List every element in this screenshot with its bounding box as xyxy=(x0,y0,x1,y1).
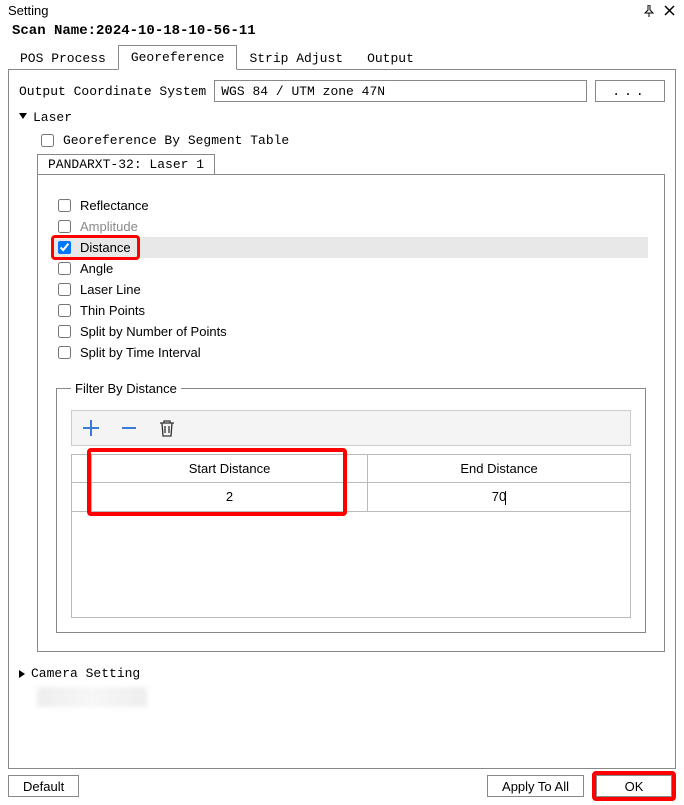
distance-table: Start Distance End Distance 2 70 xyxy=(71,454,631,512)
close-icon[interactable] xyxy=(662,4,676,18)
camera-section-toggle[interactable]: Camera Setting xyxy=(19,666,665,681)
option-reflectance[interactable]: Reflectance xyxy=(54,195,648,216)
trash-icon[interactable] xyxy=(156,417,178,439)
coord-label: Output Coordinate System xyxy=(19,84,206,99)
pin-icon[interactable] xyxy=(642,4,656,18)
window-title: Setting xyxy=(8,3,48,18)
filter-toolbar xyxy=(71,410,631,446)
reflectance-checkbox[interactable] xyxy=(58,199,71,212)
option-split-by-time[interactable]: Split by Time Interval xyxy=(54,342,648,363)
laser-subpanel: Reflectance Amplitude Distance Angle Las… xyxy=(37,174,665,652)
end-distance-header: End Distance xyxy=(368,455,631,483)
row-number-header xyxy=(72,455,92,483)
tab-pos-process[interactable]: POS Process xyxy=(8,47,118,70)
chevron-right-icon xyxy=(19,670,25,678)
option-split-by-number[interactable]: Split by Number of Points xyxy=(54,321,648,342)
splitnum-checkbox[interactable] xyxy=(58,325,71,338)
distance-label: Distance xyxy=(80,240,131,255)
camera-section-label: Camera Setting xyxy=(31,666,140,681)
laser-section-label: Laser xyxy=(33,110,72,125)
start-distance-cell[interactable]: 2 xyxy=(92,483,368,512)
angle-label: Angle xyxy=(80,261,113,276)
end-distance-cell[interactable]: 70 xyxy=(368,483,631,512)
chevron-down-icon xyxy=(19,113,27,123)
main-tabs: POS Process Georeference Strip Adjust Ou… xyxy=(8,45,676,70)
options-list: Reflectance Amplitude Distance Angle Las… xyxy=(54,195,648,363)
scan-name-label: Scan Name: xyxy=(12,23,96,39)
highlight-ok: OK xyxy=(592,771,676,801)
footer: Default Apply To All OK xyxy=(0,771,684,801)
add-icon[interactable] xyxy=(80,417,102,439)
option-thin-points[interactable]: Thin Points xyxy=(54,300,648,321)
thinpoints-checkbox[interactable] xyxy=(58,304,71,317)
tab-georeference[interactable]: Georeference xyxy=(118,45,238,70)
distance-row[interactable]: 2 70 xyxy=(72,483,631,512)
option-angle[interactable]: Angle xyxy=(54,258,648,279)
georeference-by-segment-label: Georeference By Segment Table xyxy=(63,133,289,148)
laser-section-toggle[interactable]: Laser xyxy=(19,110,665,125)
option-amplitude[interactable]: Amplitude xyxy=(54,216,648,237)
redacted-area xyxy=(37,687,147,707)
tab-strip-adjust[interactable]: Strip Adjust xyxy=(237,47,355,70)
splitnum-label: Split by Number of Points xyxy=(80,324,227,339)
start-distance-header: Start Distance xyxy=(92,455,368,483)
ok-button[interactable]: OK xyxy=(596,775,672,797)
amplitude-checkbox[interactable] xyxy=(58,220,71,233)
splittime-label: Split by Time Interval xyxy=(80,345,201,360)
thinpoints-label: Thin Points xyxy=(80,303,145,318)
default-button[interactable]: Default xyxy=(8,775,79,797)
option-distance[interactable]: Distance xyxy=(54,237,648,258)
tab-output[interactable]: Output xyxy=(355,47,426,70)
amplitude-label: Amplitude xyxy=(80,219,138,234)
filter-legend: Filter By Distance xyxy=(71,381,181,396)
coord-input[interactable] xyxy=(214,80,587,102)
reflectance-label: Reflectance xyxy=(80,198,149,213)
distance-table-empty-area xyxy=(71,512,631,618)
laserline-checkbox[interactable] xyxy=(58,283,71,296)
georeference-panel: Output Coordinate System ... Laser Geore… xyxy=(8,69,676,769)
option-laser-line[interactable]: Laser Line xyxy=(54,279,648,300)
laser-subtab[interactable]: PANDARXT-32: Laser 1 xyxy=(37,154,215,174)
georeference-by-segment-checkbox[interactable] xyxy=(41,134,54,147)
coord-browse-button[interactable]: ... xyxy=(595,80,665,102)
apply-to-all-button[interactable]: Apply To All xyxy=(487,775,584,797)
distance-checkbox[interactable] xyxy=(58,241,71,254)
splittime-checkbox[interactable] xyxy=(58,346,71,359)
row-number-cell xyxy=(72,483,92,512)
laserline-label: Laser Line xyxy=(80,282,141,297)
filter-by-distance-group: Filter By Distance Start Dis xyxy=(56,381,646,633)
remove-icon[interactable] xyxy=(118,417,140,439)
scan-name-value: 2024-10-18-10-56-11 xyxy=(96,23,256,39)
angle-checkbox[interactable] xyxy=(58,262,71,275)
